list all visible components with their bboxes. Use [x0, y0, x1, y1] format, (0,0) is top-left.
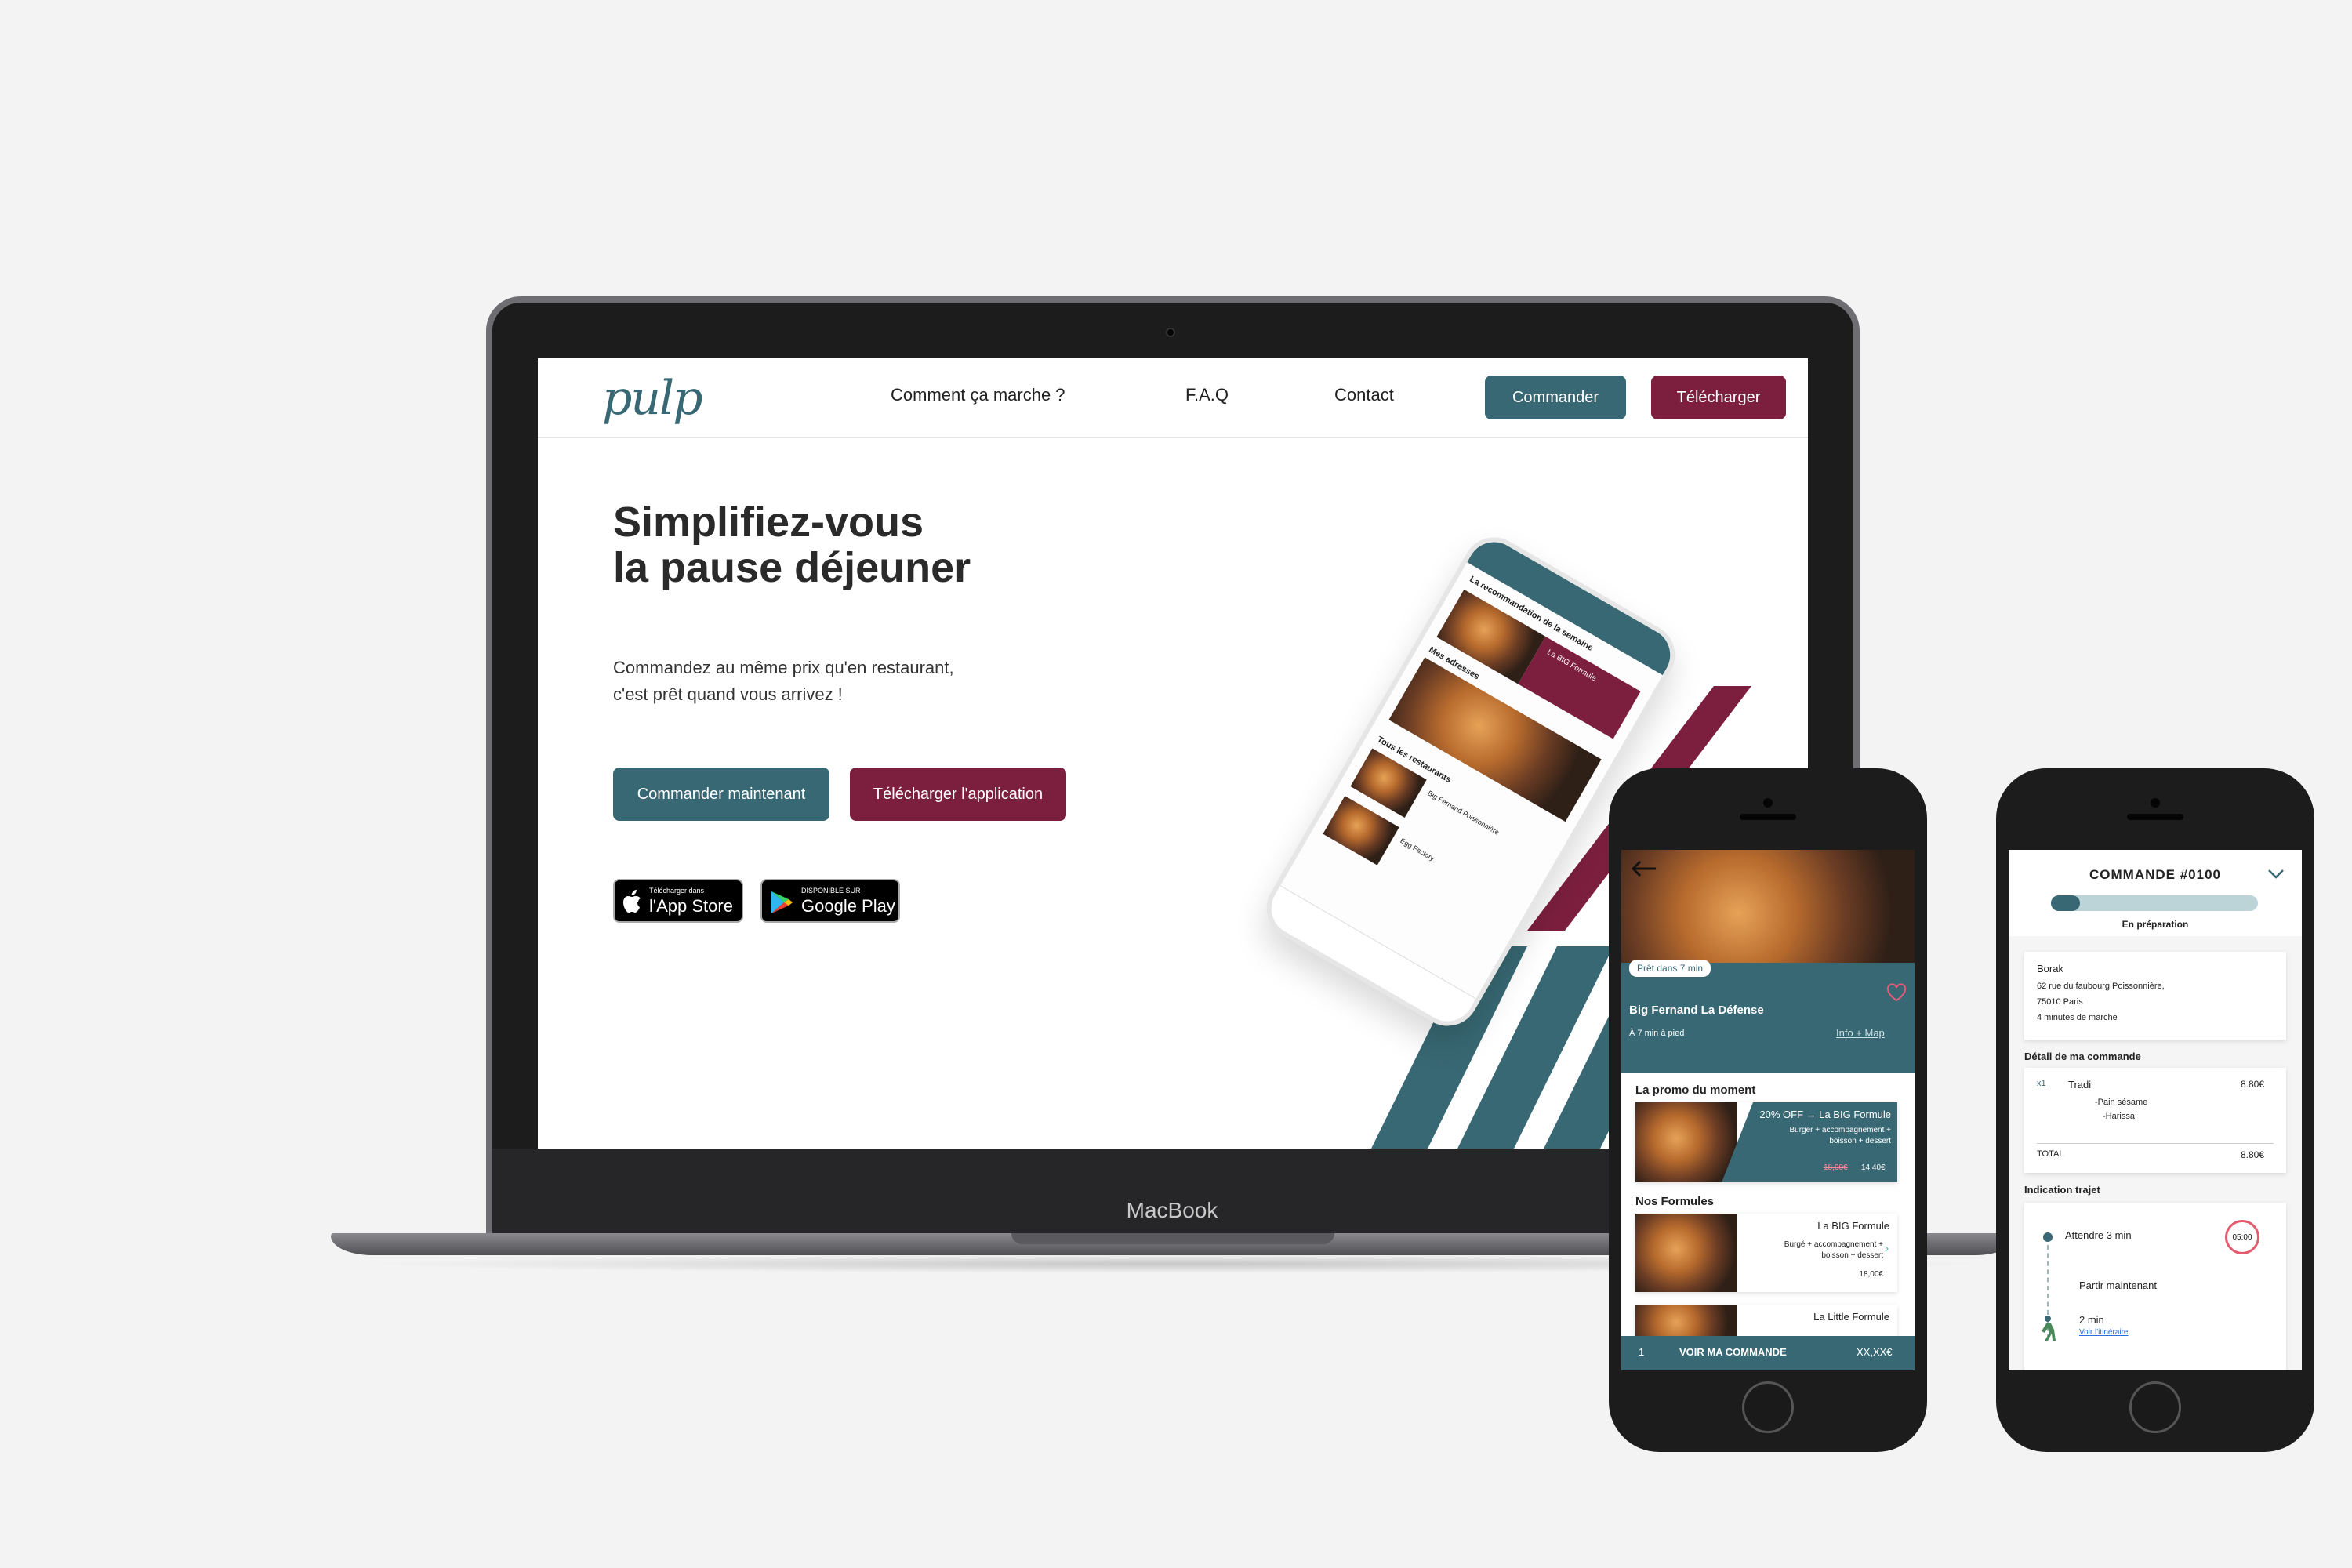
tilted-phone-restaurant1: Big Fernand Poissonnière — [1426, 789, 1501, 837]
itinerary-link[interactable]: Voir l'itinéraire — [2079, 1328, 2129, 1337]
order-button[interactable]: Commander — [1485, 376, 1626, 419]
route-card: Attendre 3 min 05:00 Partir maintenant 2… — [2024, 1203, 2286, 1370]
promo-heading: La promo du moment — [1635, 1083, 1756, 1097]
download-app-button[interactable]: Télécharger l'application — [850, 768, 1066, 821]
ready-badge: Prêt dans 7 min — [1629, 960, 1711, 977]
chevron-down-icon[interactable] — [2267, 869, 2285, 880]
tilted-phone-restaurant2: Egg Factory — [1399, 837, 1436, 862]
order-restaurant-name: Borak — [2037, 963, 2063, 975]
phone-order-speaker — [2127, 814, 2183, 820]
heart-icon[interactable] — [1886, 983, 1907, 1002]
total-value: 8.80€ — [2241, 1149, 2265, 1160]
pulp-logo[interactable]: pulp — [602, 371, 703, 426]
promo-card[interactable]: 20% OFF → La BIG Formule Burger + accomp… — [1635, 1102, 1897, 1182]
laptop-notch — [1011, 1233, 1334, 1244]
walking-person-icon — [2042, 1316, 2056, 1341]
view-order-bar[interactable]: 1 VOIR MA COMMANDE XX,XX€ — [1621, 1336, 1915, 1370]
phone-order-screen: COMMANDE #0100 En préparation Borak 62 r… — [2009, 850, 2302, 1370]
phone-order-camera — [2151, 798, 2160, 808]
restaurant-address-card: Borak 62 rue du faubourg Poissonnière, 7… — [2024, 952, 2286, 1040]
hero-title-line1: Simplifiez-vous — [613, 499, 924, 546]
promo-price-new: 14,40€ — [1861, 1163, 1886, 1172]
restaurant-distance: À 7 min à pied — [1629, 1029, 1685, 1038]
restaurant-name: Big Fernand La Défense — [1629, 1004, 1764, 1017]
order-address-line2: 75010 Paris — [2037, 997, 2083, 1007]
app-store-big-text: l'App Store — [649, 896, 733, 916]
nav-link-how-it-works[interactable]: Comment ça marche ? — [891, 385, 1065, 405]
google-play-icon — [771, 891, 793, 913]
order-detail-heading: Détail de ma commande — [2024, 1051, 2141, 1062]
promo-price-old: 18,00€ — [1824, 1163, 1848, 1172]
total-label: TOTAL — [2037, 1149, 2064, 1159]
order-divider — [2037, 1143, 2274, 1144]
hero-subtitle-line2: c'est prêt quand vous arrivez ! — [613, 684, 843, 704]
hero-subtitle: Commandez au même prix qu'en restaurant,… — [613, 655, 954, 708]
google-play-small-text: DISPONIBLE SUR — [801, 887, 861, 895]
progress-track — [2051, 895, 2258, 911]
formule-big-desc-line1: Burgé + accompagnement + — [1784, 1240, 1883, 1249]
progress-fill — [2051, 895, 2080, 911]
google-play-big-text: Google Play — [801, 896, 895, 916]
route-step-leave: Partir maintenant — [2079, 1279, 2157, 1291]
formule-big-price: 18,00€ — [1859, 1270, 1883, 1279]
download-button[interactable]: Télécharger — [1651, 376, 1786, 419]
order-count: 1 — [1639, 1346, 1645, 1358]
phone-restaurant-home-button[interactable] — [1742, 1381, 1794, 1433]
restaurant-info-panel — [1621, 963, 1915, 1073]
formule-big-desc-line2: boisson + dessert — [1821, 1251, 1883, 1260]
hero-title-line2: la pause déjeuner — [613, 544, 971, 591]
timer-badge: 05:00 — [2225, 1220, 2259, 1254]
hero-title: Simplifiez-vous la pause déjeuner — [613, 499, 971, 590]
route-step-wait: Attendre 3 min — [2065, 1229, 2132, 1241]
item-option-1: -Pain sésame — [2095, 1098, 2148, 1107]
formule-big-image — [1635, 1214, 1737, 1292]
item-option-2: -Harissa — [2103, 1112, 2135, 1121]
formule-big-title: La BIG Formule — [1817, 1220, 1889, 1232]
order-now-button[interactable]: Commander maintenant — [613, 768, 829, 821]
nav-link-faq[interactable]: F.A.Q — [1185, 385, 1229, 405]
google-play-badge[interactable]: DISPONIBLE SUR Google Play — [760, 879, 900, 923]
hero-subtitle-line1: Commandez au même prix qu'en restaurant, — [613, 658, 954, 677]
route-step-walk: 2 min — [2079, 1314, 2104, 1326]
phone-restaurant-camera — [1763, 798, 1773, 808]
laptop-camera — [1166, 328, 1175, 337]
route-heading: Indication trajet — [2024, 1184, 2100, 1196]
phone-restaurant: Prêt dans 7 min Big Fernand La Défense À… — [1609, 768, 1927, 1452]
item-name: Tradi — [2068, 1079, 2092, 1091]
view-order-label: VOIR MA COMMANDE — [1679, 1346, 1787, 1358]
chevron-right-icon: › — [1885, 1242, 1889, 1255]
item-price: 8.80€ — [2241, 1079, 2265, 1090]
order-address-line1: 62 rue du faubourg Poissonnière, — [2037, 982, 2165, 991]
formules-heading: Nos Formules — [1635, 1195, 1715, 1208]
site-header: pulp Comment ça marche ? F.A.Q Contact C… — [538, 358, 1808, 438]
item-quantity: x1 — [2037, 1079, 2046, 1088]
phone-order: COMMANDE #0100 En préparation Borak 62 r… — [1996, 768, 2314, 1452]
order-detail-card: x1 Tradi 8.80€ -Pain sésame -Harissa TOT… — [2024, 1068, 2286, 1173]
formule-little-title: La Little Formule — [1813, 1311, 1889, 1323]
app-store-small-text: Télécharger dans — [649, 887, 705, 895]
route-step-dot — [2043, 1232, 2053, 1242]
apple-icon — [623, 890, 641, 913]
back-arrow-icon[interactable] — [1631, 859, 1657, 878]
order-walk-time: 4 minutes de marche — [2037, 1013, 2118, 1022]
app-store-badge[interactable]: Télécharger dans l'App Store — [613, 879, 743, 923]
promo-desc-line2: boisson + dessert — [1829, 1137, 1891, 1145]
phone-order-home-button[interactable] — [2129, 1381, 2181, 1433]
nav-link-contact[interactable]: Contact — [1334, 385, 1394, 405]
promo-title: 20% OFF → La BIG Formule — [1759, 1109, 1891, 1120]
phone-restaurant-screen: Prêt dans 7 min Big Fernand La Défense À… — [1621, 850, 1915, 1370]
order-status: En préparation — [2122, 919, 2189, 930]
info-map-link[interactable]: Info + Map — [1836, 1027, 1885, 1039]
formule-card-big[interactable]: La BIG Formule Burgé + accompagnement + … — [1635, 1214, 1897, 1292]
order-total: XX,XX€ — [1857, 1346, 1893, 1358]
phone-restaurant-speaker — [1740, 814, 1796, 820]
order-title: COMMANDE #0100 — [2089, 867, 2221, 882]
promo-desc-line1: Burger + accompagnement + — [1789, 1126, 1891, 1134]
laptop-brand-label: MacBook — [1126, 1198, 1218, 1222]
